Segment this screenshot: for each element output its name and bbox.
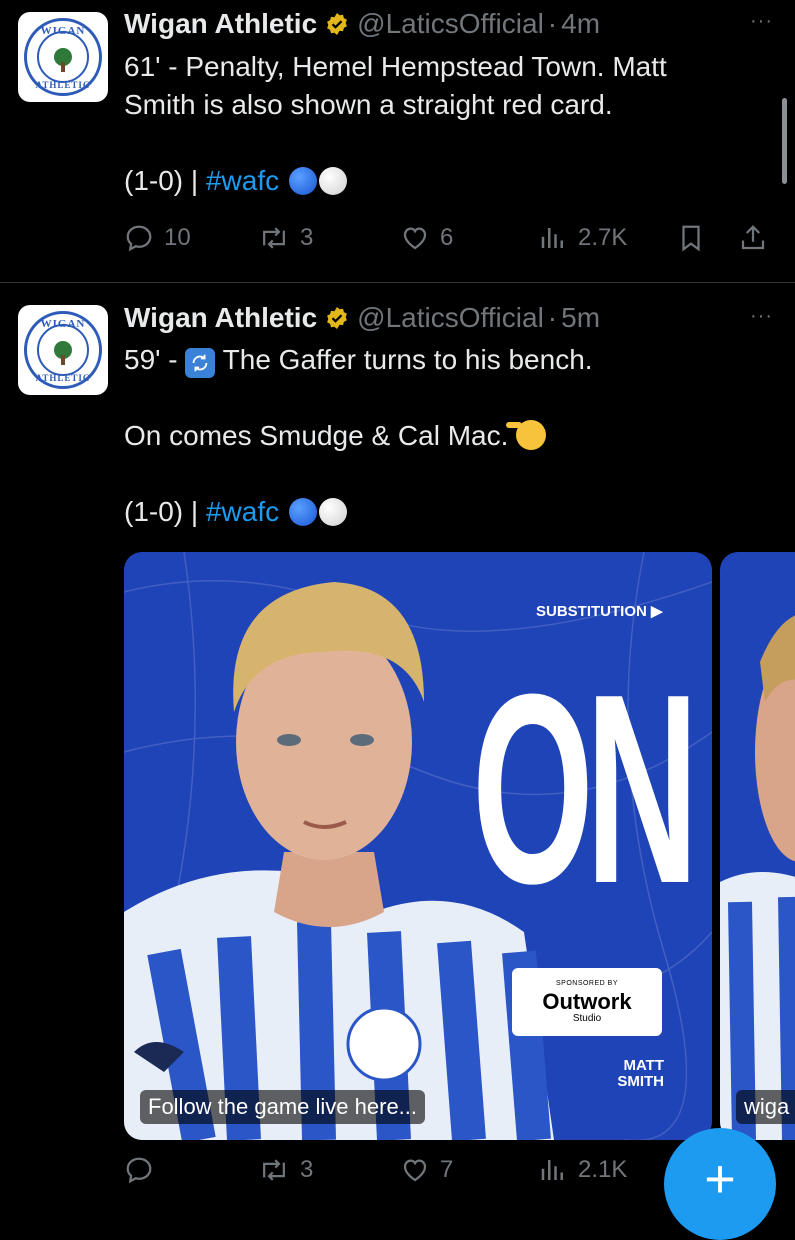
separator: · [547,8,558,39]
score-line: (1-0) | #wafc [124,493,744,531]
sponsor-small-text: SPONSORED BY [555,980,618,987]
share-icon [741,225,765,250]
repost-button[interactable]: 3 [258,218,313,258]
tweet-line-2: On comes Smudge & Cal Mac. [124,420,517,451]
scrollbar[interactable] [782,98,787,184]
media-image-second[interactable]: wiga [720,552,795,1140]
score-line: (1-0) | #wafc [124,162,744,200]
on-text: ON [472,639,699,940]
second-player-photo [720,615,795,1140]
views-button[interactable]: 2.7K [538,218,627,258]
like-button[interactable]: 7 [400,1150,453,1190]
separator: · [547,302,558,333]
reply-button[interactable]: 10 [124,218,191,258]
timestamp[interactable]: 4m [561,8,600,40]
bookmark-icon [682,225,700,252]
repost-count: 3 [300,224,314,251]
tweet-line: On comes Smudge & Cal Mac. [124,417,744,455]
tweet-line: 61' - Penalty, Hemel Hempstead Town. Mat… [124,51,667,82]
share-button[interactable] [738,218,778,258]
score-text: (1-0) | [124,165,206,196]
sponsor-brand: Outwork [542,989,632,1014]
tweet-line-prefix: 59' - [124,344,186,375]
compose-button[interactable]: + [664,1128,776,1240]
action-bar: 10 3 6 2.7K [124,218,784,258]
saluting-face-icon [506,420,547,450]
more-options-icon[interactable]: ··· [750,305,773,328]
like-count: 6 [440,224,454,251]
view-count: 2.7K [578,224,628,251]
substitution-label: SUBSTITUTION ▶ [536,603,663,620]
reply-button[interactable] [124,1150,164,1190]
heart-icon [403,1159,427,1182]
reply-icon [126,225,152,252]
like-count: 7 [440,1156,454,1183]
reply-icon [126,1157,152,1184]
timestamp[interactable]: 5m [561,302,600,334]
view-count: 2.1K [578,1156,628,1183]
tweet-header: Wigan Athletic @LaticsOfficial · 5m [124,300,600,336]
reply-count: 10 [164,224,191,251]
tweet-1[interactable]: WIGAN ATHLETIC Wigan Athletic @LaticsOff… [0,0,795,282]
tweet-line-suffix: The Gaffer turns to his bench. [215,344,593,375]
blue-circle-icon [288,498,317,526]
tweet-line: Smith is also shown a straight red card. [124,89,613,120]
crest-bottom-text: ATHLETIC [35,373,91,383]
more-options-icon[interactable]: ··· [750,10,773,33]
views-button[interactable]: 2.1K [538,1150,627,1190]
tweet-text: 61' - Penalty, Hemel Hempstead Town. Mat… [124,48,744,200]
hashtag-link[interactable]: #wafc [206,165,279,196]
repost-count: 3 [300,1156,314,1183]
verified-badge-icon [325,306,349,330]
media-image-substitution[interactable]: SUBSTITUTION ▶ ON SPONSORED BY Outwork S… [124,552,712,1140]
display-name[interactable]: Wigan Athletic [124,8,317,40]
blue-circle-icon [288,167,317,195]
player-last-name: SMITH [617,1073,664,1090]
crest-top-text: WIGAN [40,318,86,330]
arrows-counterclockwise-icon [185,348,216,378]
sponsor-studio: Studio [572,1013,602,1024]
plus-icon: + [704,1149,736,1209]
views-icon [541,1160,563,1180]
media-caption[interactable]: Follow the game live here... [140,1090,426,1124]
crest-bottom-text: ATHLETIC [35,80,91,90]
verified-badge-icon [325,12,349,36]
tweet-header: Wigan Athletic @LaticsOfficial · 4m [124,6,600,42]
club-crest-icon: WIGAN ATHLETIC [24,311,102,389]
crest-top-text: WIGAN [40,25,86,37]
white-circle-icon [318,498,347,526]
repost-button[interactable]: 3 [258,1150,313,1190]
repost-icon [263,1159,285,1181]
views-icon [541,228,563,248]
handle[interactable]: @LaticsOfficial [357,8,544,40]
white-circle-icon [318,167,347,195]
handle[interactable]: @LaticsOfficial [357,302,544,334]
sponsor-box: SPONSORED BY Outwork Studio [512,968,662,1036]
hashtag-link[interactable]: #wafc [206,496,279,527]
avatar[interactable]: WIGAN ATHLETIC [18,12,108,102]
display-name[interactable]: Wigan Athletic [124,302,317,334]
player-first-name: MATT [623,1057,664,1074]
like-button[interactable]: 6 [400,218,453,258]
club-crest-icon: WIGAN ATHLETIC [24,18,102,96]
player-name: MATT SMITH [604,1058,664,1090]
media-caption-second[interactable]: wiga [736,1090,795,1124]
heart-icon [403,227,427,250]
tweet-line: 59' - The Gaffer turns to his bench. [124,341,744,379]
tweet-text: 59' - The Gaffer turns to his bench. On … [124,341,744,531]
bookmark-button[interactable] [676,218,716,258]
score-text: (1-0) | [124,496,206,527]
avatar[interactable]: WIGAN ATHLETIC [18,305,108,395]
repost-icon [263,227,285,249]
